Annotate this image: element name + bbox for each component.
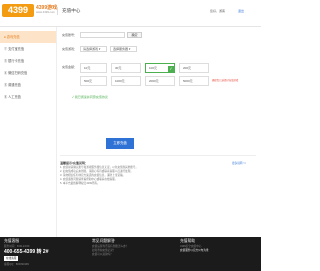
amount-option[interactable]: 10元: [80, 63, 107, 73]
amount-option[interactable]: 500元: [80, 76, 107, 86]
sidebar-item-wechat[interactable]: ④ 微信扫码充值: [0, 67, 56, 79]
sidebar-item-game[interactable]: ● 游戏充值: [0, 31, 56, 43]
sidebar: ● 游戏充值 ① 支付宝充值 ③ 银行卡充值 ④ 微信扫码充值 ⑤ 普通充值 ⑥…: [0, 27, 57, 237]
sidebar-item-bankcard[interactable]: ③ 银行卡充值: [0, 55, 56, 67]
online-service-button[interactable]: 在线客服: [4, 256, 19, 261]
footer-faq-link[interactable]: 如何查询充值记录？: [92, 249, 115, 252]
amount-option[interactable]: 2000元: [145, 76, 175, 86]
notes-title: 温馨提示/充值说明：: [60, 161, 88, 165]
footer-help-title: 充值帮助: [180, 239, 196, 243]
footer-service-hours: 服务时间：8:00-24:00: [4, 245, 30, 248]
footer-qq: 客服QQ：800094399: [4, 263, 29, 266]
amount-option[interactable]: 200元: [179, 63, 209, 73]
footer-help-line: 4399安全充值中心: [180, 245, 202, 248]
footer-faq-link[interactable]: 充值可以退款吗？: [92, 253, 113, 256]
check-icon: ✓: [168, 66, 174, 72]
amount-option[interactable]: 30元: [111, 63, 141, 73]
footer-phone: 400-655-4399 转 2#: [4, 249, 49, 255]
account-input[interactable]: [80, 32, 125, 38]
amount-option-label: 100元: [149, 66, 158, 70]
amount-option[interactable]: 1000元: [111, 76, 141, 86]
note-line: 2. 如充值成功后未到账，请耐心等待或联系客服人员进行处理。: [60, 170, 133, 173]
amount-option-selected[interactable]: 100元 ✓: [145, 63, 175, 73]
logo[interactable]: 4399: [2, 4, 34, 17]
header-bar: 4399 4399游戏 www.4399.com 充值中心 您好，游客 退出: [0, 0, 261, 27]
logo-url: www.4399.com: [36, 10, 55, 14]
user-greeting: 您好，游客: [210, 9, 226, 13]
footer-service-title: 充值客服: [4, 239, 20, 243]
server-select[interactable]: 选择服务器 ▾: [110, 46, 137, 52]
amount-option[interactable]: 5000元: [179, 76, 209, 86]
footer-faq-link[interactable]: 充值后游戏币没有到账怎么办？: [92, 245, 128, 248]
sidebar-item-normal[interactable]: ⑤ 普通充值: [0, 79, 56, 91]
pay-now-button[interactable]: 立即充值: [106, 138, 134, 149]
note-line: 5. 本平台最终解释权归4399所有。: [60, 182, 100, 185]
note-line: 1. 充值前请确认账号和游戏服务器信息无误，以免充值到其他账号。: [60, 166, 139, 169]
footer-help-line: 充值服务以官方公布为准: [180, 249, 209, 252]
header-divider: [57, 7, 58, 15]
amount-note: 确保您已选择好充值游戏: [212, 79, 239, 82]
note-line: 3. 请勿相信任何非官方渠道的充值信息，谨防上当受骗。: [60, 174, 126, 177]
account-label: 充值账号：: [62, 33, 78, 37]
footer-faq-title: 常见问题解答: [92, 239, 115, 243]
footer: 充值客服 服务时间：8:00-24:00 400-655-4399 转 2# 在…: [0, 237, 261, 271]
note-line: 4. 充值遇到问题请查看帮助中心或联系在线客服。: [60, 178, 118, 181]
logout-link[interactable]: 退出: [238, 9, 244, 13]
divider: [60, 155, 256, 156]
page-title: 充值中心: [62, 8, 81, 13]
confirm-button[interactable]: 确定: [127, 32, 142, 38]
sidebar-item-manual[interactable]: ⑥ 人工充值: [0, 91, 56, 103]
sidebar-item-alipay[interactable]: ① 支付宝充值: [0, 43, 56, 55]
game-label: 充值游戏：: [62, 47, 78, 51]
more-notes-link[interactable]: 更多说明 >>: [232, 161, 246, 165]
protocol-checkbox[interactable]: ✓ 我已阅读并同意充值协议: [72, 94, 108, 100]
amount-label: 充值金额：: [62, 65, 78, 69]
game-select[interactable]: 请选择游戏 ▾: [80, 46, 107, 52]
